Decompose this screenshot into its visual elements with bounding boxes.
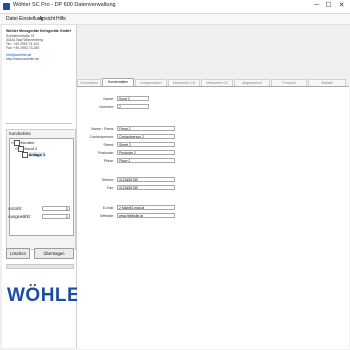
number-label: Nummer: <box>99 105 114 109</box>
tree-node-installation[interactable]: Anlage 1 <box>22 152 46 158</box>
phone-label: Telefon: <box>101 178 114 182</box>
delete-button[interactable]: Löschen <box>6 248 30 259</box>
company-name-label: Name / Firma: <box>91 127 114 131</box>
company-name-field[interactable]: Firma 2 <box>117 126 175 131</box>
app-icon <box>3 3 10 10</box>
company-website-link[interactable]: http://www.woehler.de <box>6 57 72 61</box>
transfer-button[interactable]: Übertragen <box>34 248 74 259</box>
name-field[interactable]: Kund 2 <box>117 96 149 101</box>
company-fax: Fax: +49 2953 73-250 <box>6 46 40 51</box>
phone-field[interactable]: 0123456789 <box>117 177 175 182</box>
main-panel: Grunddaten Kundendaten Anlagendaten Mess… <box>77 25 349 349</box>
tab-protokoll[interactable]: Protokoll <box>271 79 307 86</box>
tree-node-label: Kunden <box>20 140 35 145</box>
customer-list-header: Kundenliste <box>9 131 31 136</box>
street-label: Street: <box>103 143 114 147</box>
contactperson-label: Contactperson: <box>89 135 114 139</box>
checkbox[interactable] <box>22 152 28 158</box>
total-count-label: Anzahl: <box>8 206 22 211</box>
fax-label: Fax: <box>107 186 114 190</box>
checkbox[interactable] <box>14 140 20 146</box>
selected-count-label: Ausgewählt: <box>8 214 31 219</box>
tab-grunddaten[interactable]: Grunddaten <box>77 79 101 86</box>
tab-messwerte-co[interactable]: Messwerte CO <box>168 79 200 86</box>
customer-tree[interactable]: ⊟ Kunden ⊟ Kund 2 Anlage 1 <box>9 138 74 236</box>
fax-field[interactable]: 0123456789 <box>117 185 175 190</box>
postcode-label: Postcode: <box>98 151 114 155</box>
tab-anlagendaten[interactable]: Anlagendaten <box>135 79 167 86</box>
minimize-button[interactable]: ─ <box>312 1 321 11</box>
title-bar: Wöhler SC Pro - DP 600 Datenverwaltung ─… <box>0 0 350 14</box>
tab-statistik[interactable]: Statistik <box>308 79 346 86</box>
website-label: Website: <box>100 214 114 218</box>
progress-bar <box>6 264 74 269</box>
tree-node-root[interactable]: ⊟ Kunden <box>11 140 35 146</box>
menu-hilfe[interactable]: Hilfe <box>56 16 66 22</box>
menu-bar: Datei Einstellung Ansicht Hilfe <box>0 14 350 25</box>
tree-node-label: Anlage 1 <box>28 152 46 157</box>
name-label: Name: <box>103 97 114 101</box>
window-title: Wöhler SC Pro - DP 600 Datenverwaltung <box>13 2 116 8</box>
postcode-field[interactable]: Postcode 2 <box>117 150 175 155</box>
website-field[interactable]: www.Website.at <box>117 213 175 218</box>
company-name: Wöhler Messgeräte Kehrgeräte GmbH <box>6 29 71 33</box>
tree-node-label: Kund 2 <box>24 146 38 151</box>
checkbox[interactable] <box>18 146 24 152</box>
email-field[interactable]: 2 Mail@2.mail.at <box>117 205 175 210</box>
maximize-button[interactable]: ☐ <box>324 1 333 11</box>
number-field[interactable]: 2 <box>117 104 149 109</box>
menu-ansicht[interactable]: Ansicht <box>39 16 55 22</box>
menu-datei[interactable]: Datei <box>6 16 18 22</box>
customer-form: Name: Kund 2 Nummer: 2 Name / Firma: Fir… <box>77 86 349 349</box>
application-window: Wöhler SC Pro - DP 600 Datenverwaltung ─… <box>0 0 350 350</box>
tab-messwerte-o2[interactable]: Messwerte O2 <box>201 79 233 86</box>
tree-node-customer[interactable]: ⊟ Kund 2 <box>15 146 38 152</box>
street-field[interactable]: Street 2 <box>117 142 175 147</box>
place-label: Place: <box>104 159 114 163</box>
tab-kundendaten[interactable]: Kundendaten <box>102 78 134 86</box>
place-field[interactable]: Place 2 <box>117 158 175 163</box>
close-button[interactable]: ✕ <box>337 1 346 11</box>
email-label: E-mail: <box>102 206 114 210</box>
tab-abgasverlust[interactable]: Abgasverlust <box>234 79 270 86</box>
company-info: Wöhler Messgeräte Kehrgeräte GmbH Schütz… <box>6 29 72 61</box>
divider <box>6 123 72 124</box>
contactperson-field[interactable]: Contactperson 2 <box>117 134 175 139</box>
